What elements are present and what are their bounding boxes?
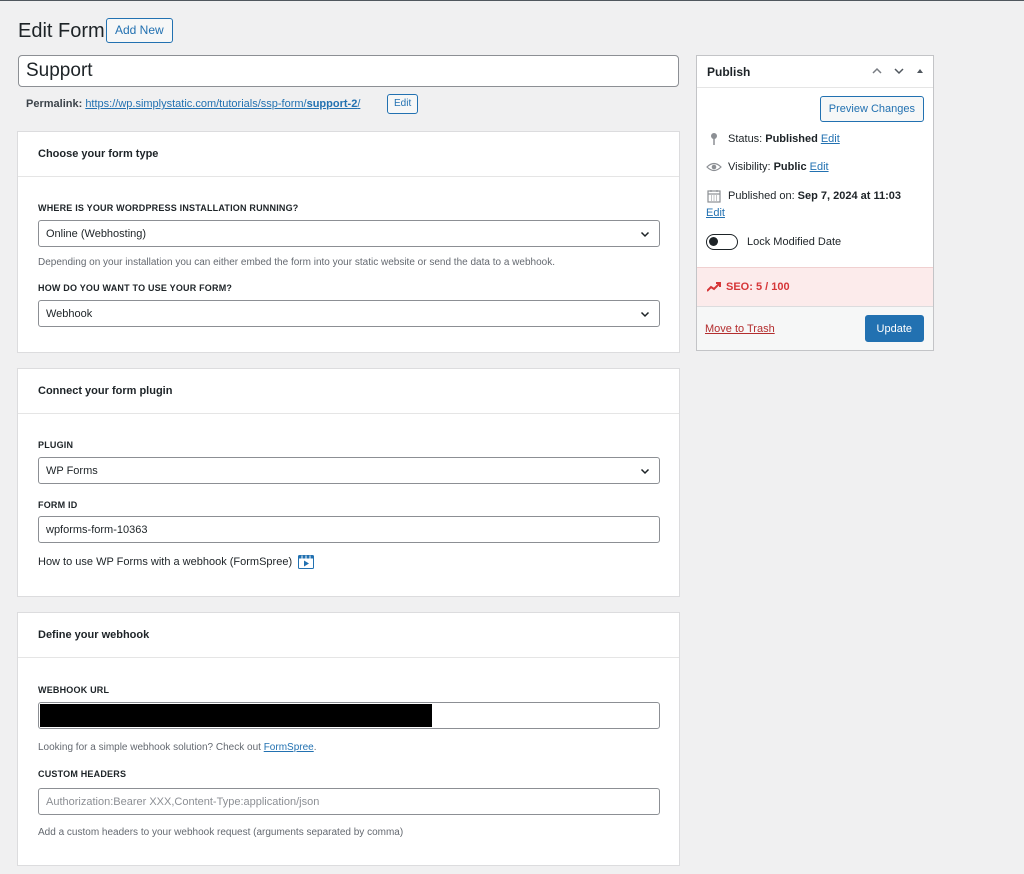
usage-value: Webhook (46, 307, 93, 320)
webhook-url-input[interactable] (38, 702, 660, 729)
add-new-button[interactable]: Add New (106, 18, 173, 43)
form-id-input[interactable]: wpforms-form-10363 (38, 516, 660, 543)
form-type-panel: Choose your form type WHERE IS YOUR WORD… (17, 131, 680, 353)
status-value: Published (765, 133, 818, 145)
page-title: Edit Form (18, 20, 105, 42)
plugin-panel: Connect your form plugin PLUGIN WP Forms… (17, 368, 680, 597)
move-to-trash-link[interactable]: Move to Trash (705, 323, 775, 335)
chevron-down-icon[interactable] (893, 65, 905, 77)
custom-headers-label: CUSTOM HEADERS (38, 769, 127, 779)
formspree-link[interactable]: FormSpree (264, 742, 314, 753)
webhook-panel: Define your webhook WEBHOOK URL Looking … (17, 612, 680, 866)
plugin-label: PLUGIN (38, 440, 74, 450)
seo-score-text: SEO: 5 / 100 (726, 281, 790, 293)
calendar-icon (707, 190, 721, 203)
custom-headers-help: Add a custom headers to your webhook req… (38, 827, 404, 838)
form-id-label: FORM ID (38, 500, 78, 510)
seo-score-icon (707, 282, 721, 292)
permalink-label: Permalink: (26, 98, 83, 110)
form-type-heading: Choose your form type (18, 132, 679, 177)
chevron-down-icon (640, 468, 650, 475)
pin-icon (711, 133, 717, 145)
permalink-edit-button[interactable]: Edit (387, 94, 419, 114)
lock-modified-label: Lock Modified Date (747, 236, 842, 248)
publish-title: Publish (707, 64, 751, 79)
permalink-trail: / (357, 98, 361, 110)
form-id-value: wpforms-form-10363 (46, 523, 148, 536)
published-edit-row: Edit (706, 207, 725, 219)
permalink-link[interactable]: https://wp.simplystatic.com/tutorials/ss… (85, 98, 360, 110)
custom-headers-placeholder: Authorization:Bearer XXX,Content-Type:ap… (46, 795, 320, 808)
installation-value: Online (Webhosting) (46, 227, 147, 240)
visibility-value: Public (773, 161, 807, 173)
webhook-heading: Define your webhook (18, 613, 679, 658)
publish-header: Publish (697, 56, 933, 88)
installation-select[interactable]: Online (Webhosting) (38, 220, 660, 247)
permalink-base: https://wp.simplystatic.com/tutorials/ss… (85, 98, 307, 110)
installation-help: Depending on your installation you can e… (38, 257, 555, 268)
usage-label: HOW DO YOU WANT TO USE YOUR FORM? (38, 283, 233, 293)
publish-box: Publish Preview Changes Status: Published… (696, 55, 934, 351)
chevron-down-icon (640, 231, 650, 238)
video-icon[interactable] (298, 555, 315, 569)
howto-text: How to use WP Forms with a webhook (Form… (38, 556, 293, 568)
visibility-row: Visibility: Public Edit (706, 161, 829, 173)
custom-headers-input[interactable]: Authorization:Bearer XXX,Content-Type:ap… (38, 788, 660, 815)
status-label: Status: (728, 133, 763, 145)
seo-score-bar[interactable]: SEO: 5 / 100 (697, 267, 933, 306)
preview-changes-button[interactable]: Preview Changes (819, 96, 924, 122)
permalink-slug: support-2 (306, 98, 358, 110)
plugin-select[interactable]: WP Forms (38, 457, 660, 484)
howto-row: How to use WP Forms with a webhook (Form… (38, 555, 315, 569)
published-value: Sep 7, 2024 at 11:03 (797, 190, 902, 202)
visibility-edit-link[interactable]: Edit (810, 161, 829, 173)
webhook-url-label: WEBHOOK URL (38, 685, 110, 695)
collapse-toggle-icon[interactable] (915, 66, 925, 76)
publish-footer: Move to Trash Update (697, 306, 933, 350)
update-button[interactable]: Update (864, 315, 924, 342)
installation-label: WHERE IS YOUR WORDPRESS INSTALLATION RUN… (38, 203, 299, 213)
visibility-label: Visibility: (728, 161, 771, 173)
published-row: Published on: Sep 7, 2024 at 11:03 (706, 189, 904, 203)
webhook-help-prefix: Looking for a simple webhook solution? C… (38, 742, 264, 753)
lock-modified-row: Lock Modified Date (706, 234, 841, 250)
permalink: Permalink: https://wp.simplystatic.com/t… (26, 97, 360, 111)
chevron-down-icon (640, 311, 650, 318)
lock-modified-toggle[interactable] (706, 234, 738, 250)
published-label: Published on: (728, 190, 795, 202)
status-edit-link[interactable]: Edit (821, 133, 840, 145)
webhook-help-suffix: . (313, 742, 317, 753)
usage-select[interactable]: Webhook (38, 300, 660, 327)
plugin-value: WP Forms (46, 464, 98, 477)
webhook-url-help: Looking for a simple webhook solution? C… (38, 742, 317, 753)
post-title-input[interactable]: Support (18, 55, 679, 87)
redacted-url (40, 704, 432, 727)
status-row: Status: Published Edit (706, 132, 840, 146)
published-edit-link[interactable]: Edit (706, 207, 725, 219)
plugin-heading: Connect your form plugin (18, 369, 679, 414)
chevron-up-icon[interactable] (871, 65, 883, 77)
eye-icon (706, 162, 722, 172)
